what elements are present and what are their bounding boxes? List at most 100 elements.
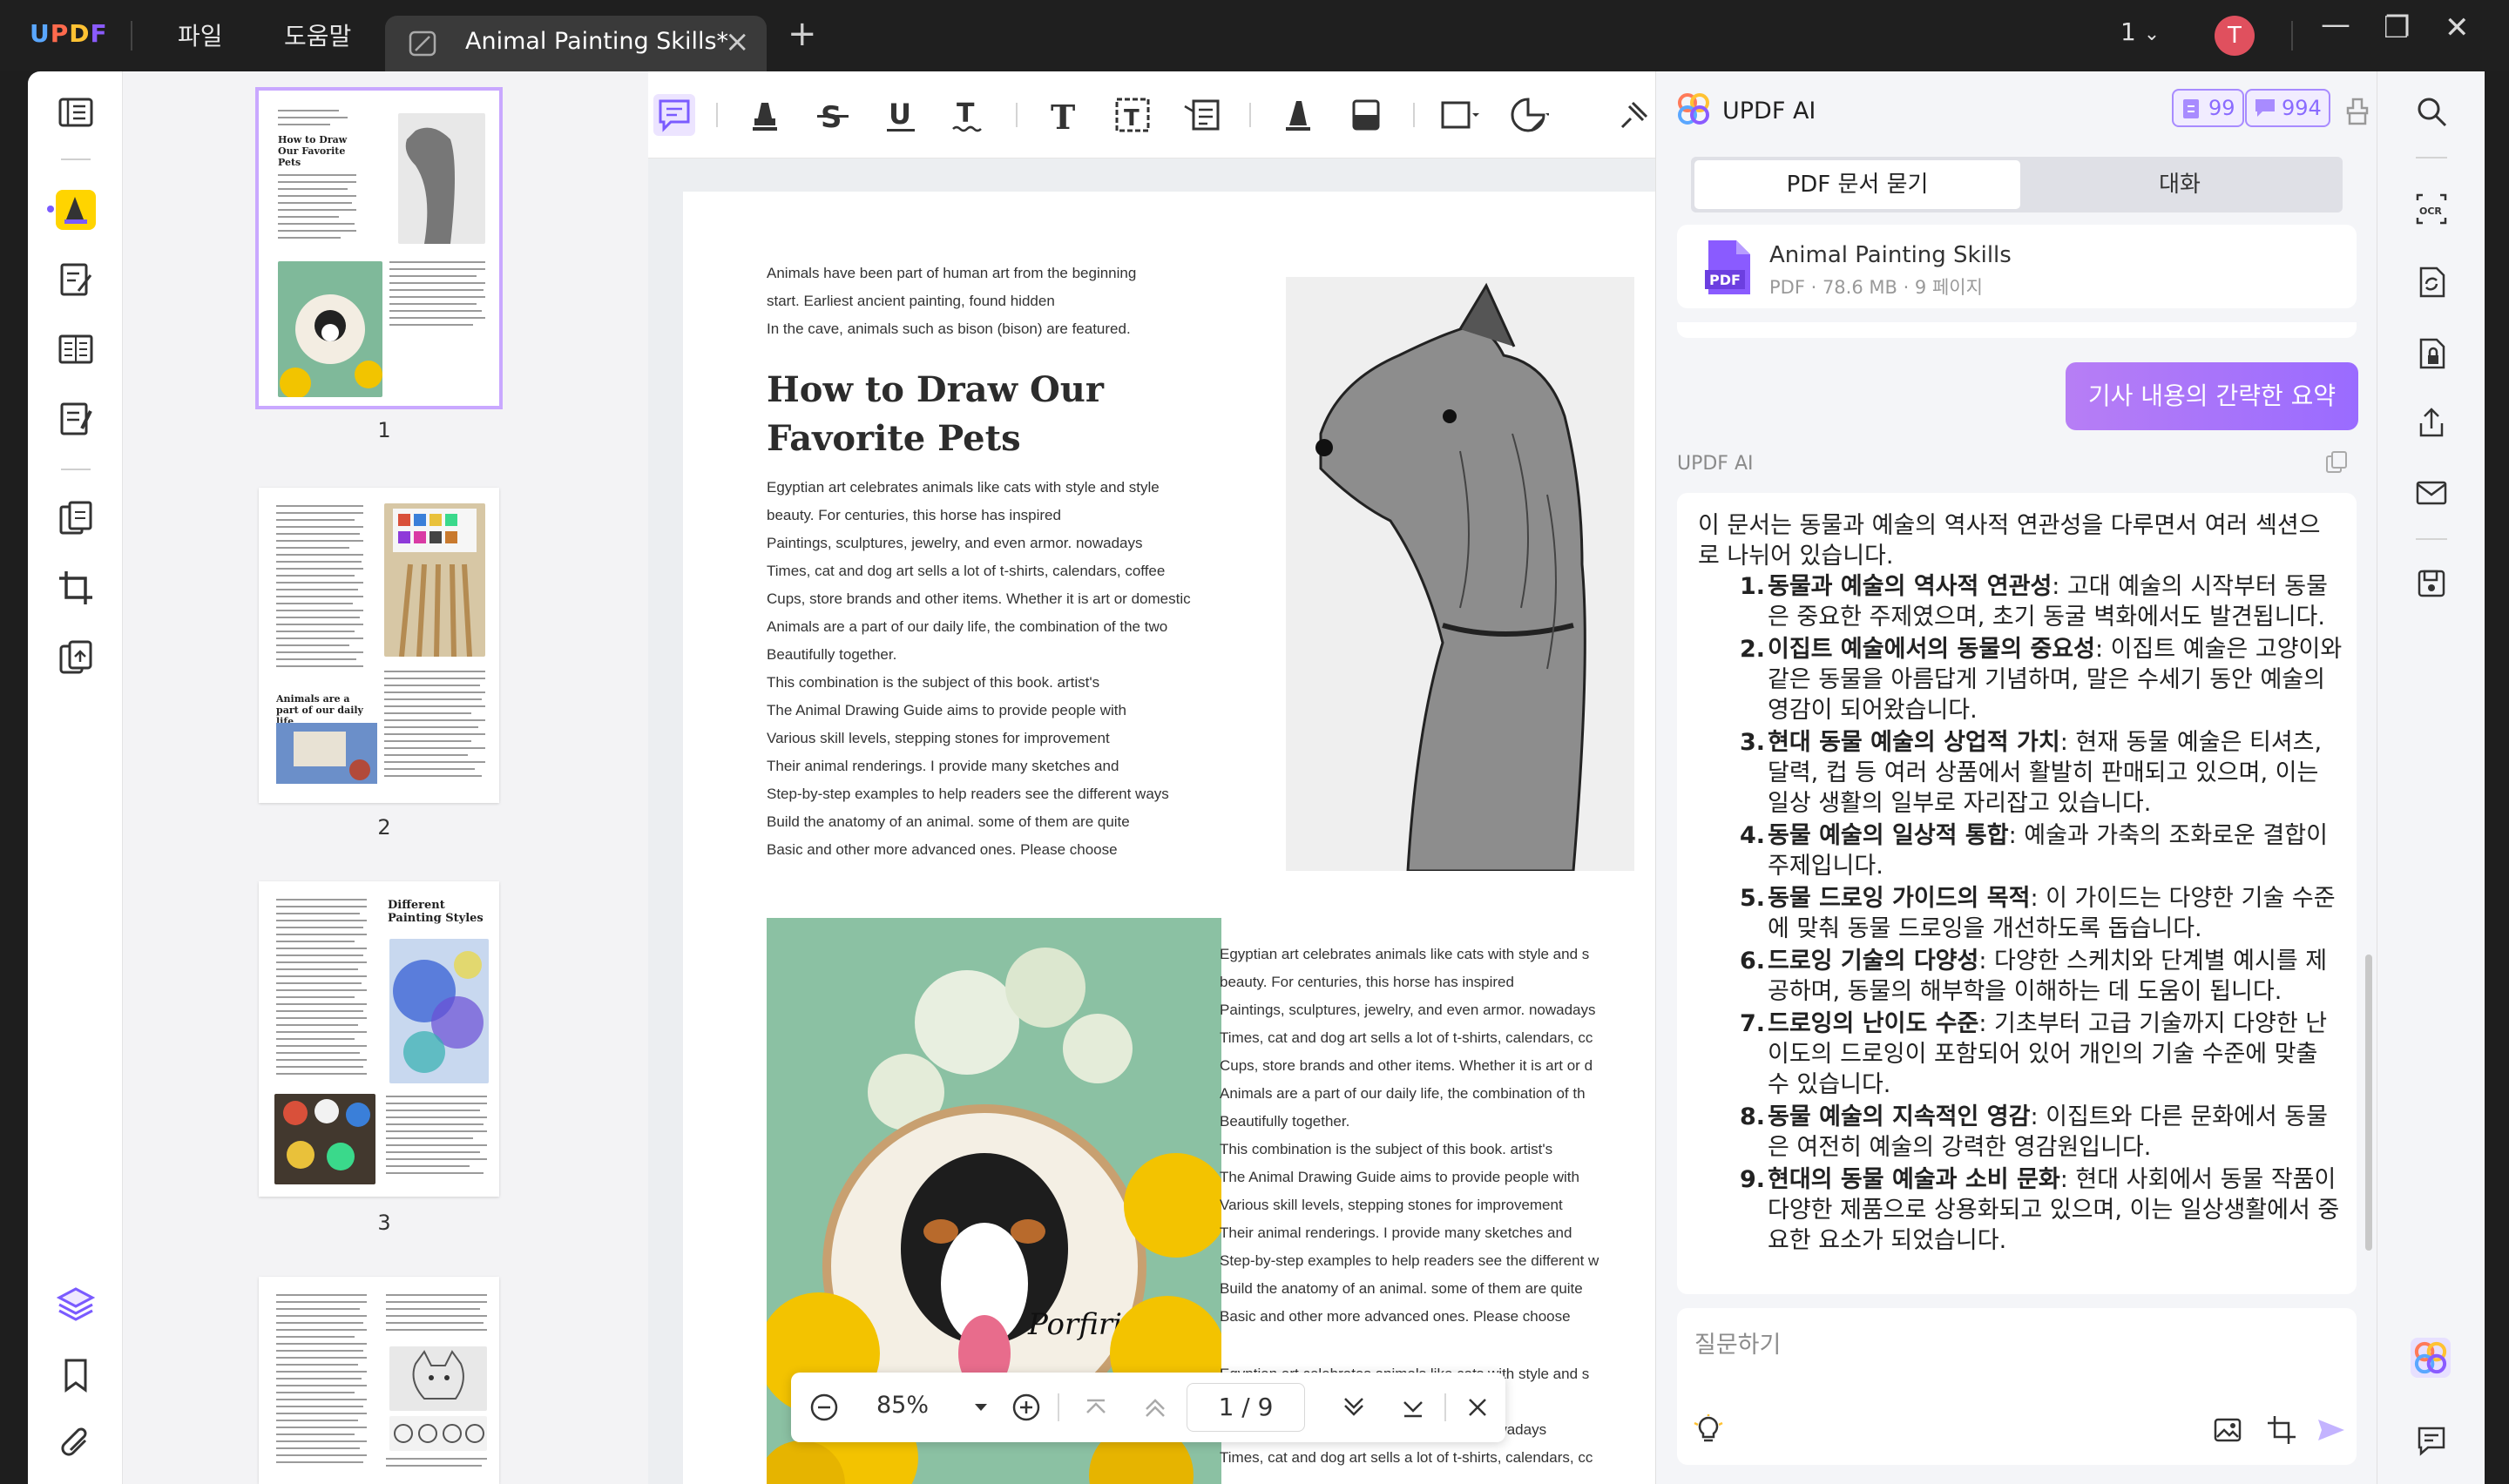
answer-item-title: 현대의 동물 예술과 소비 문화	[1768, 1166, 2060, 1193]
bookmark-icon[interactable]	[56, 1355, 96, 1395]
question-input-box: 질문하기	[1677, 1308, 2357, 1465]
pin-icon[interactable]	[1613, 94, 1655, 136]
right-tool-rail: OCR	[2377, 71, 2485, 1484]
close-window-icon[interactable]: ✕	[2445, 10, 2470, 45]
answer-item-title: 드로잉 기술의 다양성	[1768, 948, 1979, 975]
answer-item-number: 8.	[1740, 1103, 1766, 1130]
tab-ask-pdf[interactable]: PDF 문서 묻기	[1694, 160, 2020, 209]
answer-item-title: 동물 드로잉 가이드의 목적	[1768, 885, 2031, 912]
email-icon[interactable]	[2414, 476, 2449, 510]
divider	[2416, 538, 2447, 540]
page-number-2: 2	[377, 815, 391, 840]
shape-icon[interactable]	[1437, 94, 1479, 136]
first-page-icon[interactable]	[1077, 1388, 1115, 1427]
search-icon[interactable]	[2414, 94, 2449, 129]
pencil-icon[interactable]	[1277, 94, 1319, 136]
thumb-heading-1: How to Draw Our Favorite Pets	[278, 134, 348, 168]
protect-icon[interactable]	[2414, 336, 2449, 371]
attached-file-card[interactable]: PDF Animal Painting Skills PDF · 78.6 MB…	[1677, 225, 2357, 308]
svg-text:T: T	[1051, 98, 1075, 136]
image-upload-icon[interactable]	[2210, 1413, 2245, 1447]
chat-credits-badge[interactable]: 994	[2245, 89, 2330, 127]
save-icon[interactable]	[2414, 566, 2449, 601]
new-tab-button[interactable]: +	[788, 14, 817, 54]
embroidery-thumbnail	[278, 261, 382, 399]
tab-chat[interactable]: 대화	[2020, 160, 2339, 209]
copy-icon[interactable]	[2323, 449, 2350, 476]
zoom-dropdown-icon[interactable]	[962, 1388, 1000, 1427]
comment-tool-icon[interactable]	[56, 190, 96, 230]
reader-mode-icon[interactable]	[56, 92, 96, 132]
answer-item-title: 드로잉의 난이도 수준	[1768, 1010, 1979, 1037]
answer-item-title: 동물 예술의 일상적 통합	[1768, 822, 2009, 849]
page-title: How to Draw Our Favorite Pets	[767, 369, 1104, 459]
clear-chat-icon[interactable]	[2344, 96, 2370, 125]
zoom-level[interactable]: 85%	[876, 1392, 929, 1419]
highlighter-icon[interactable]	[744, 94, 786, 136]
page-thumbnail-3[interactable]: Different Painting Styles	[259, 881, 499, 1197]
minimize-icon[interactable]: —	[2321, 7, 2350, 42]
strikethrough-icon[interactable]: S	[812, 94, 854, 136]
text-callout-icon[interactable]	[1181, 94, 1223, 136]
page-view-icon[interactable]	[56, 329, 96, 369]
previous-page-icon[interactable]	[1136, 1388, 1174, 1427]
svg-text:T: T	[957, 98, 975, 129]
chat-credits: 994	[2282, 96, 2322, 120]
text-box-icon[interactable]: T	[1112, 94, 1153, 136]
restore-icon[interactable]: ❐	[2384, 10, 2410, 45]
send-icon[interactable]	[2313, 1413, 2348, 1447]
chat-scrollbar[interactable]	[2365, 954, 2372, 1251]
organize-pages-icon[interactable]	[56, 498, 96, 538]
updf-ai-icon[interactable]	[2411, 1338, 2451, 1378]
convert-pdf-icon[interactable]	[2414, 265, 2449, 300]
ai-title: UPDF AI	[1722, 98, 1816, 125]
divider	[1016, 103, 1018, 127]
ocr-icon[interactable]: OCR	[2414, 192, 2449, 226]
page-thumbnail-4[interactable]	[259, 1277, 499, 1484]
zoom-out-icon[interactable]	[805, 1388, 843, 1427]
zoom-in-icon[interactable]	[1007, 1388, 1045, 1427]
question-input[interactable]: 질문하기	[1694, 1325, 1781, 1359]
comment-icon[interactable]	[653, 94, 695, 136]
layers-icon[interactable]	[56, 1284, 96, 1324]
intro-text: Animals have been part of human art from…	[767, 265, 1137, 337]
convert-icon[interactable]	[56, 637, 96, 678]
cat-sketches-thumbnail	[389, 1416, 487, 1451]
underline-icon[interactable]: U	[880, 94, 922, 136]
eraser-icon[interactable]	[1345, 94, 1387, 136]
page-selector[interactable]: 1 ⌄	[2120, 17, 2160, 46]
close-tab-icon[interactable]: ×	[725, 24, 750, 59]
left-tool-rail	[28, 71, 122, 1484]
answer-item: 8. 동물 예술의 지속적인 영감: 이집트와 다른 문화에서 동물은 여전히 예…	[1698, 1102, 2343, 1163]
sticker-icon[interactable]	[1507, 94, 1551, 136]
edit-pdf-icon[interactable]	[56, 260, 96, 300]
svg-text:OCR: OCR	[2419, 206, 2442, 217]
form-icon[interactable]	[56, 399, 96, 439]
page-selector-value: 1	[2120, 17, 2136, 46]
tab-title: Animal Painting Skills*	[465, 28, 729, 55]
text-icon[interactable]: T	[1044, 94, 1085, 137]
last-page-icon[interactable]	[1394, 1388, 1432, 1427]
document-viewer[interactable]: Animals have been part of human art from…	[648, 159, 1655, 1484]
comments-list-icon[interactable]	[2414, 1423, 2449, 1458]
avatar[interactable]: T	[2215, 16, 2255, 56]
answer-item-title: 동물 예술의 지속적인 영감	[1768, 1103, 2031, 1130]
brushes-thumbnail	[384, 503, 485, 658]
menu-file[interactable]: 파일	[178, 17, 223, 52]
screenshot-icon[interactable]	[2264, 1413, 2299, 1447]
menu-help[interactable]: 도움말	[284, 17, 351, 52]
prompt-tips-icon[interactable]	[1691, 1413, 1726, 1447]
attachment-icon[interactable]	[56, 1423, 96, 1463]
document-tab[interactable]: Animal Painting Skills* ×	[385, 16, 767, 71]
close-zoombar-icon[interactable]	[1458, 1388, 1497, 1427]
pdf-credits-badge[interactable]: 99	[2172, 89, 2244, 127]
page-thumbnail-2[interactable]: Animals are a part of our daily life	[259, 488, 499, 803]
crop-icon[interactable]	[56, 568, 96, 608]
squiggly-icon[interactable]: T	[948, 94, 990, 136]
answer-item: 3. 현대 동물 예술의 상업적 가치: 현재 동물 예술은 티셔츠, 달력, 컵…	[1698, 727, 2343, 819]
next-page-icon[interactable]	[1335, 1388, 1373, 1427]
page-number-input[interactable]: 1 / 9	[1187, 1383, 1305, 1432]
share-icon[interactable]	[2414, 406, 2449, 441]
page-number-1: 1	[377, 418, 391, 442]
page-thumbnail-1[interactable]: How to Draw Our Favorite Pets	[255, 87, 503, 409]
